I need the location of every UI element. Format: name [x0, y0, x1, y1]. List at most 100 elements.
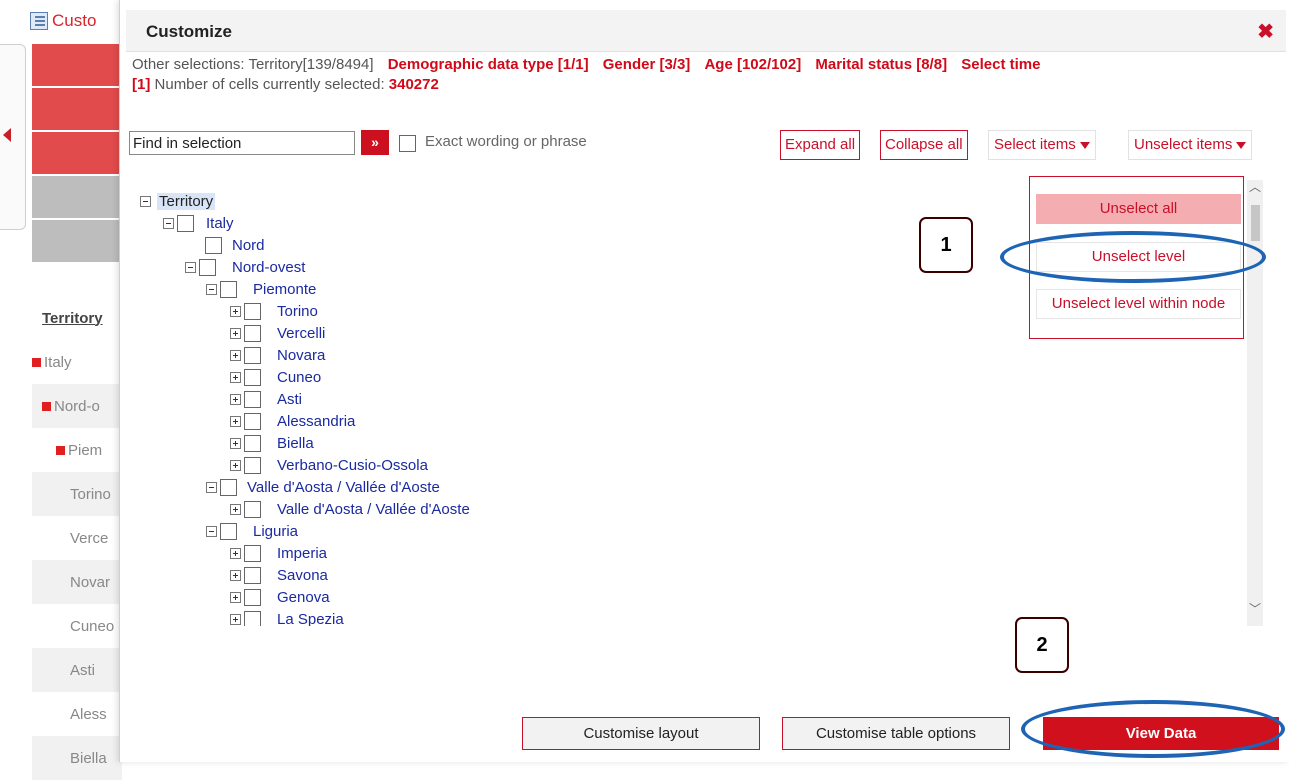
collapse-icon[interactable] — [56, 445, 65, 455]
tree-checkbox[interactable] — [244, 566, 261, 584]
collapse-icon[interactable] — [42, 401, 51, 411]
collapse-toggle-icon[interactable] — [185, 261, 196, 273]
tree-checkbox[interactable] — [244, 456, 261, 474]
background-row: Piem — [32, 428, 122, 472]
tree-node[interactable]: Cuneo — [230, 367, 321, 387]
tree-checkbox[interactable] — [244, 390, 261, 408]
tree-node[interactable]: Piemonte — [206, 279, 316, 299]
tree-checkbox[interactable] — [244, 346, 261, 364]
exact-wording-label: Exact wording or phrase — [425, 133, 587, 150]
menu-item-unselect-all[interactable]: Unselect all — [1036, 194, 1241, 224]
tree-node[interactable]: Imperia — [230, 543, 327, 563]
tree-checkbox[interactable] — [244, 412, 261, 430]
customise-layout-button[interactable]: Customise layout — [522, 717, 760, 750]
search-button[interactable]: » — [361, 130, 389, 155]
tree-checkbox[interactable] — [220, 280, 237, 298]
tree-checkbox[interactable] — [205, 236, 222, 254]
scroll-down-icon[interactable]: ﹀ — [1249, 600, 1261, 617]
tree-checkbox[interactable] — [244, 368, 261, 386]
unselect-items-button[interactable]: Unselect items — [1128, 130, 1253, 160]
tree-node[interactable]: La Spezia — [230, 609, 344, 626]
background-block — [32, 176, 122, 220]
tree-node[interactable]: Torino — [230, 301, 318, 321]
tree-node[interactable]: Nord-ovest — [185, 257, 305, 277]
expand-toggle-icon[interactable] — [230, 349, 241, 361]
expand-all-button[interactable]: Expand all — [780, 130, 861, 160]
tree-node[interactable]: Nord — [205, 235, 265, 255]
find-in-selection-input[interactable] — [129, 131, 355, 155]
collapse-toggle-icon[interactable] — [206, 283, 217, 295]
exact-wording-checkbox[interactable] — [399, 135, 416, 152]
menu-item-unselect-level[interactable]: Unselect level — [1036, 242, 1241, 272]
tree-node[interactable]: Alessandria — [230, 411, 355, 431]
expand-toggle-icon[interactable] — [230, 393, 241, 405]
caret-down-icon — [1079, 141, 1090, 149]
collapse-toggle-icon[interactable] — [206, 481, 217, 493]
tree-node[interactable]: Vercelli — [230, 323, 325, 343]
tree-checkbox[interactable] — [244, 500, 261, 518]
background-row: Asti — [32, 648, 122, 692]
tree-node[interactable]: Italy — [163, 213, 234, 233]
expand-toggle-icon[interactable] — [230, 547, 241, 559]
menu-item-unselect-level-within-node[interactable]: Unselect level within node — [1036, 289, 1241, 319]
tree-node[interactable]: Genova — [230, 587, 330, 607]
background-table-header: Territory — [42, 309, 103, 327]
expand-toggle-icon[interactable] — [230, 591, 241, 603]
tree-checkbox[interactable] — [244, 302, 261, 320]
expand-toggle-icon[interactable] — [230, 437, 241, 449]
tree-node[interactable]: Valle d'Aosta / Vallée d'Aoste — [230, 499, 470, 519]
tree-node[interactable]: Asti — [230, 389, 302, 409]
tree-checkbox[interactable] — [220, 522, 237, 540]
expand-toggle-icon[interactable] — [230, 503, 241, 515]
tree-node[interactable]: Savona — [230, 565, 328, 585]
background-block — [32, 220, 122, 264]
view-data-button[interactable]: View Data — [1043, 717, 1279, 750]
scrollbar-thumb[interactable] — [1251, 205, 1260, 241]
scroll-up-icon[interactable]: ︿ — [1249, 178, 1261, 195]
collapse-toggle-icon[interactable] — [206, 525, 217, 537]
expand-toggle-icon[interactable] — [230, 327, 241, 339]
tree-node[interactable]: Liguria — [206, 521, 298, 541]
select-items-button[interactable]: Select items — [988, 130, 1096, 160]
close-icon[interactable]: ✖ — [1257, 19, 1274, 44]
background-row: Aless — [70, 705, 107, 723]
expand-toggle-icon[interactable] — [230, 415, 241, 427]
tree-checkbox[interactable] — [244, 610, 261, 626]
background-tab-label: Custo — [52, 11, 97, 30]
expand-toggle-icon[interactable] — [230, 569, 241, 581]
background-row: Verce — [70, 529, 109, 547]
background-block — [32, 88, 122, 132]
tree-checkbox[interactable] — [177, 214, 194, 232]
background-blocks — [32, 44, 122, 264]
collapse-icon[interactable] — [32, 357, 41, 367]
expand-toggle-icon[interactable] — [230, 305, 241, 317]
tree-node[interactable]: Valle d'Aosta / Vallée d'Aoste — [206, 477, 440, 497]
background-row: Torino — [32, 472, 122, 516]
tree-node-territory[interactable]: Territory — [140, 191, 216, 211]
background-block — [32, 44, 122, 88]
background-row: Nord-o — [32, 384, 122, 428]
expand-toggle-icon[interactable] — [230, 371, 241, 383]
tree-node[interactable]: Biella — [230, 433, 314, 453]
tree-checkbox[interactable] — [244, 434, 261, 452]
caret-down-icon — [1236, 141, 1247, 149]
collapse-toggle-icon[interactable] — [163, 217, 174, 229]
annotation-callout-1: 1 — [919, 217, 973, 273]
collapse-left-icon[interactable] — [3, 128, 11, 142]
tree-checkbox[interactable] — [244, 588, 261, 606]
expand-toggle-icon[interactable] — [230, 613, 241, 625]
collapse-all-button[interactable]: Collapse all — [880, 130, 968, 160]
background-tab[interactable]: Custo — [30, 6, 130, 36]
tree-checkbox[interactable] — [220, 478, 237, 496]
tree-checkbox[interactable] — [244, 544, 261, 562]
tree-node[interactable]: Verbano-Cusio-Ossola — [230, 455, 428, 475]
background-block — [32, 132, 122, 176]
expand-toggle-icon[interactable] — [230, 459, 241, 471]
customise-table-options-button[interactable]: Customise table options — [782, 717, 1010, 750]
tree-checkbox[interactable] — [199, 258, 216, 276]
tree-checkbox[interactable] — [244, 324, 261, 342]
tree-scrollbar[interactable] — [1247, 180, 1263, 626]
collapse-toggle-icon[interactable] — [140, 195, 151, 207]
tree-node[interactable]: Novara — [230, 345, 325, 365]
table-icon — [30, 12, 48, 30]
